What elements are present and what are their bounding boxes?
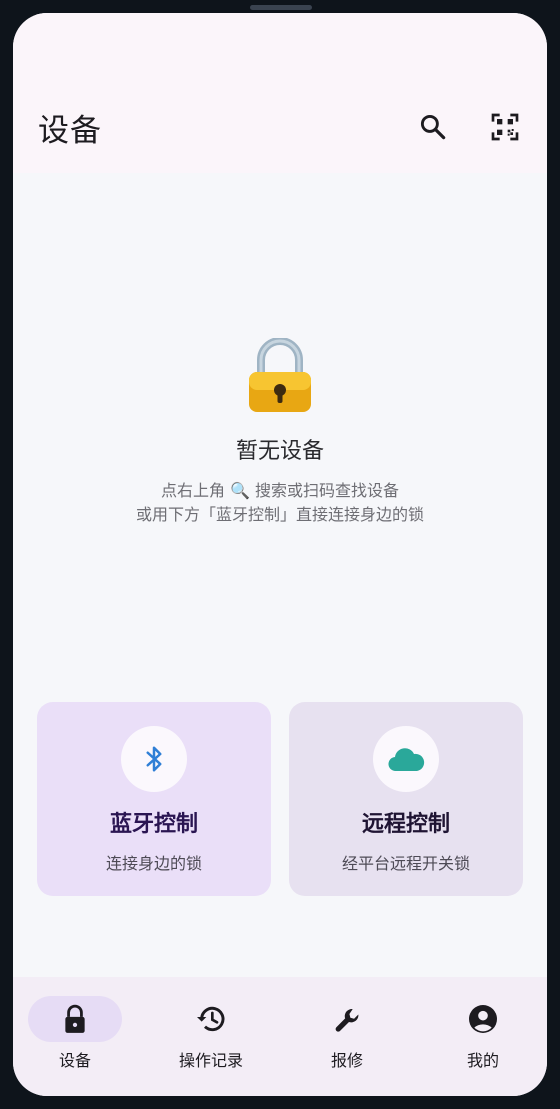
remote-card-subtitle: 经平台远程开关锁 bbox=[341, 854, 470, 873]
nav-item-records[interactable]: 操作记录 bbox=[151, 995, 271, 1075]
bluetooth-control-card[interactable]: 蓝牙控制 连接身边的锁 bbox=[37, 702, 271, 896]
empty-state-hint: 点右上角 🔍 搜索或扫码查找设备 bbox=[160, 481, 400, 500]
bottom-navigation: 设备 操作记录 报修 我的 bbox=[13, 977, 547, 1096]
wrench-icon bbox=[335, 1009, 359, 1032]
history-icon bbox=[197, 1006, 225, 1032]
bluetooth-icon-circle bbox=[121, 726, 187, 792]
account-circle-icon bbox=[469, 1005, 497, 1033]
nav-item-repair[interactable]: 报修 bbox=[287, 995, 407, 1075]
nav-item-devices[interactable]: 设备 bbox=[13, 995, 137, 1075]
lock-emoji bbox=[243, 337, 317, 414]
empty-state-title: 暂无设备 bbox=[235, 439, 324, 464]
phone-frame: 设备 暂无设备 点右上角 🔍 搜索或扫码查找设备 或用下方「蓝牙控制」直接连接身… bbox=[0, 0, 560, 1109]
app-screen: 设备 暂无设备 点右上角 🔍 搜索或扫码查找设备 或用下方「蓝牙控制」直接连接身… bbox=[13, 13, 547, 1096]
nav-label-records: 操作记录 bbox=[178, 1051, 243, 1070]
bluetooth-card-subtitle: 连接身边的锁 bbox=[105, 854, 202, 873]
remote-card-title: 远程控制 bbox=[361, 812, 450, 837]
search-icon bbox=[420, 114, 446, 140]
qr-scan-icon bbox=[491, 113, 519, 141]
nav-item-mine[interactable]: 我的 bbox=[423, 995, 543, 1075]
page-title: 设备 bbox=[38, 113, 102, 149]
search-button[interactable] bbox=[411, 105, 455, 149]
nav-label-mine: 我的 bbox=[466, 1051, 499, 1070]
bluetooth-card-title: 蓝牙控制 bbox=[109, 812, 198, 837]
bluetooth-icon bbox=[146, 746, 162, 772]
nav-label-repair: 报修 bbox=[330, 1051, 363, 1070]
cloud-icon bbox=[388, 748, 425, 772]
scan-button[interactable] bbox=[483, 105, 527, 149]
remote-control-card[interactable]: 远程控制 经平台远程开关锁 bbox=[289, 702, 523, 896]
empty-state-hint-2: 或用下方「蓝牙控制」直接连接身边的锁 bbox=[135, 505, 424, 524]
top-app-bar: 设备 bbox=[13, 13, 547, 173]
cloud-icon-circle bbox=[373, 726, 439, 792]
lock-icon bbox=[65, 1004, 85, 1033]
speaker-notch bbox=[250, 5, 312, 10]
nav-label-devices: 设备 bbox=[58, 1051, 91, 1070]
